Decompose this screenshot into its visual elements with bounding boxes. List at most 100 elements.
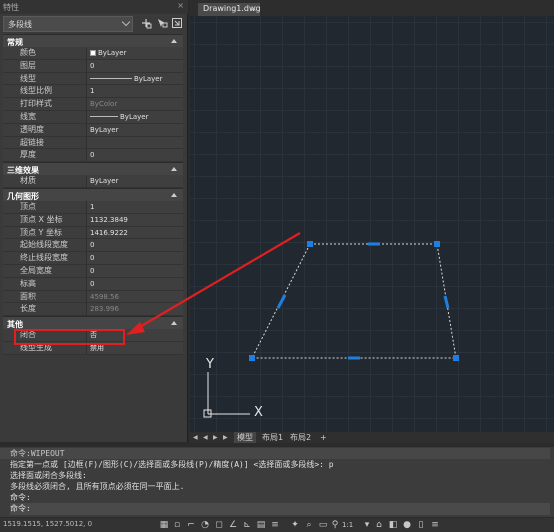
vertex-grip[interactable] bbox=[434, 241, 440, 247]
chevron-down-icon bbox=[121, 17, 131, 27]
prev-layout-icon[interactable]: ◀ bbox=[203, 433, 211, 442]
grid-icon[interactable]: ▦ bbox=[159, 520, 169, 530]
property-value[interactable]: ByLayer bbox=[87, 72, 183, 85]
property-row[interactable]: 顶点 X 坐标 1132.3849 bbox=[3, 213, 183, 227]
property-value[interactable]: 0 bbox=[87, 59, 183, 72]
add-layout-button[interactable]: + bbox=[320, 432, 327, 443]
lineweight-preview bbox=[90, 115, 118, 117]
property-row[interactable]: 颜色 ByLayer bbox=[3, 47, 183, 60]
property-value[interactable]: ByLayer bbox=[87, 123, 183, 136]
annotation-visibility-icon[interactable]: ▭ bbox=[318, 520, 328, 530]
midpoint-grip[interactable] bbox=[276, 294, 287, 309]
workspace-icon[interactable]: ✦ bbox=[290, 520, 300, 530]
property-value[interactable]: 0 bbox=[87, 277, 183, 290]
property-value-text: ByLayer bbox=[134, 74, 163, 83]
annotation-scale-value[interactable]: 1:1 bbox=[342, 521, 353, 529]
property-value[interactable] bbox=[87, 136, 183, 149]
close-icon[interactable]: × bbox=[177, 1, 184, 10]
ducs-icon[interactable]: ⊾ bbox=[242, 520, 252, 530]
selection-row: 多段线 bbox=[3, 16, 185, 32]
drawing-canvas[interactable]: Y X bbox=[190, 16, 554, 432]
property-row[interactable]: 图层 0 bbox=[3, 59, 183, 73]
history-line: 命令: bbox=[10, 493, 31, 502]
property-row[interactable]: 厚度 0 bbox=[3, 149, 183, 163]
toggle-pickadd-icon[interactable] bbox=[139, 17, 153, 31]
vertex-grip[interactable] bbox=[307, 241, 313, 247]
property-row[interactable]: 打印样式 ByColor bbox=[3, 98, 183, 111]
customize-icon[interactable]: ≡ bbox=[430, 520, 440, 530]
property-value[interactable]: 0 bbox=[87, 264, 183, 277]
midpoint-grip[interactable] bbox=[443, 295, 450, 309]
vertex-grip[interactable] bbox=[249, 355, 255, 361]
vertex-grip[interactable] bbox=[453, 355, 459, 361]
lineweight-icon[interactable]: ≡ bbox=[270, 520, 280, 530]
property-value[interactable]: ByColor bbox=[87, 98, 183, 110]
osnap-icon[interactable]: ◻ bbox=[214, 520, 224, 530]
ucs-x-label: X bbox=[254, 405, 263, 420]
zoom-icon[interactable]: ⌕ bbox=[304, 520, 314, 530]
property-value[interactable]: ByLayer bbox=[87, 110, 183, 123]
tab-layout1[interactable]: 布局1 bbox=[262, 432, 283, 443]
polar-icon[interactable]: ◔ bbox=[200, 520, 210, 530]
command-input[interactable]: 命令: bbox=[10, 503, 550, 515]
document-tab[interactable]: Drawing1.dwg × bbox=[198, 3, 261, 16]
property-value[interactable]: 283.996 bbox=[87, 303, 183, 316]
otrack-icon[interactable]: ∠ bbox=[228, 520, 238, 530]
status-bar: 1519.1515, 1527.5012, 0 ▦ ▫ ⌐ ◔ ◻ ∠ ⊾ ▤ … bbox=[0, 518, 554, 532]
hardware-accel-icon[interactable]: ◧ bbox=[388, 520, 398, 530]
property-row[interactable]: 标高 0 bbox=[3, 277, 183, 291]
command-window: 命令:WIPEOUT 指定第一点或 [边框(F)/图形(C)/选择面或多段线(P… bbox=[0, 447, 554, 517]
category-geometry[interactable]: 几何图形 bbox=[3, 187, 183, 201]
category-label: 几何图形 bbox=[7, 191, 39, 201]
dyn-icon[interactable]: ▤ bbox=[256, 520, 266, 530]
property-value-text: ByColor bbox=[90, 100, 118, 109]
select-objects-icon[interactable] bbox=[155, 17, 169, 31]
quick-select-icon[interactable] bbox=[170, 17, 184, 31]
lock-icon[interactable]: ⌂ bbox=[374, 520, 384, 530]
snap-icon[interactable]: ▫ bbox=[172, 520, 182, 530]
property-row[interactable]: 顶点 1 bbox=[3, 200, 183, 214]
tab-layout2[interactable]: 布局2 bbox=[290, 432, 311, 443]
tab-model[interactable]: 模型 bbox=[234, 432, 256, 443]
clean-screen-icon[interactable]: ▯ bbox=[416, 520, 426, 530]
object-type-dropdown[interactable]: 多段线 bbox=[3, 16, 133, 32]
property-row[interactable]: 面积 4598.56 bbox=[3, 290, 183, 304]
property-value[interactable]: ByLayer bbox=[87, 47, 183, 59]
property-value[interactable]: 0 bbox=[87, 239, 183, 252]
property-value[interactable]: 1 bbox=[87, 200, 183, 213]
property-value[interactable]: 0 bbox=[87, 149, 183, 162]
annotation-sync-icon[interactable]: ▾ bbox=[362, 520, 372, 530]
property-row[interactable]: 透明度 ByLayer bbox=[3, 123, 183, 137]
property-row[interactable]: 起始线段宽度 0 bbox=[3, 239, 183, 253]
category-3d-effects[interactable]: 三维效果 bbox=[3, 162, 183, 176]
property-row[interactable]: 超链接 bbox=[3, 136, 183, 150]
isolate-icon[interactable]: ● bbox=[402, 520, 412, 530]
property-row[interactable]: 线型 ByLayer bbox=[3, 72, 183, 86]
category-misc[interactable]: 其他 bbox=[3, 316, 183, 330]
property-value[interactable]: 1416.9222 bbox=[87, 226, 183, 239]
midpoint-grip[interactable] bbox=[368, 242, 380, 246]
property-row[interactable]: 顶点 Y 坐标 1416.9222 bbox=[3, 226, 183, 240]
property-value[interactable]: 1 bbox=[87, 85, 183, 98]
property-value[interactable]: 0 bbox=[87, 252, 183, 264]
property-row[interactable]: 线型比例 1 bbox=[3, 85, 183, 99]
next-layout-icon[interactable]: ▶ bbox=[213, 433, 221, 442]
property-value[interactable]: ByLayer bbox=[87, 175, 183, 187]
property-row[interactable]: 线宽 ByLayer bbox=[3, 110, 183, 124]
midpoint-grip[interactable] bbox=[348, 356, 360, 360]
property-value-text: 0 bbox=[90, 279, 95, 288]
property-value[interactable]: 4598.56 bbox=[87, 290, 183, 303]
property-row[interactable]: 长度 283.996 bbox=[3, 303, 183, 317]
command-history: 命令:WIPEOUT 指定第一点或 [边框(F)/图形(C)/选择面或多段线(P… bbox=[0, 448, 550, 503]
property-row[interactable]: 终止线段宽度 0 bbox=[3, 252, 183, 265]
annotation-scale-icon[interactable]: ⚲ bbox=[330, 520, 340, 530]
property-row[interactable]: 全局宽度 0 bbox=[3, 264, 183, 278]
property-value[interactable]: 1132.3849 bbox=[87, 213, 183, 226]
category-general[interactable]: 常规 bbox=[3, 34, 183, 47]
first-layout-icon[interactable]: ◀ bbox=[193, 433, 201, 442]
ortho-icon[interactable]: ⌐ bbox=[186, 520, 196, 530]
last-layout-icon[interactable]: ▶ bbox=[223, 433, 231, 442]
close-icon[interactable]: × bbox=[250, 4, 257, 13]
property-name: 线型 bbox=[3, 72, 87, 85]
property-row[interactable]: 材质 ByLayer bbox=[3, 175, 183, 188]
